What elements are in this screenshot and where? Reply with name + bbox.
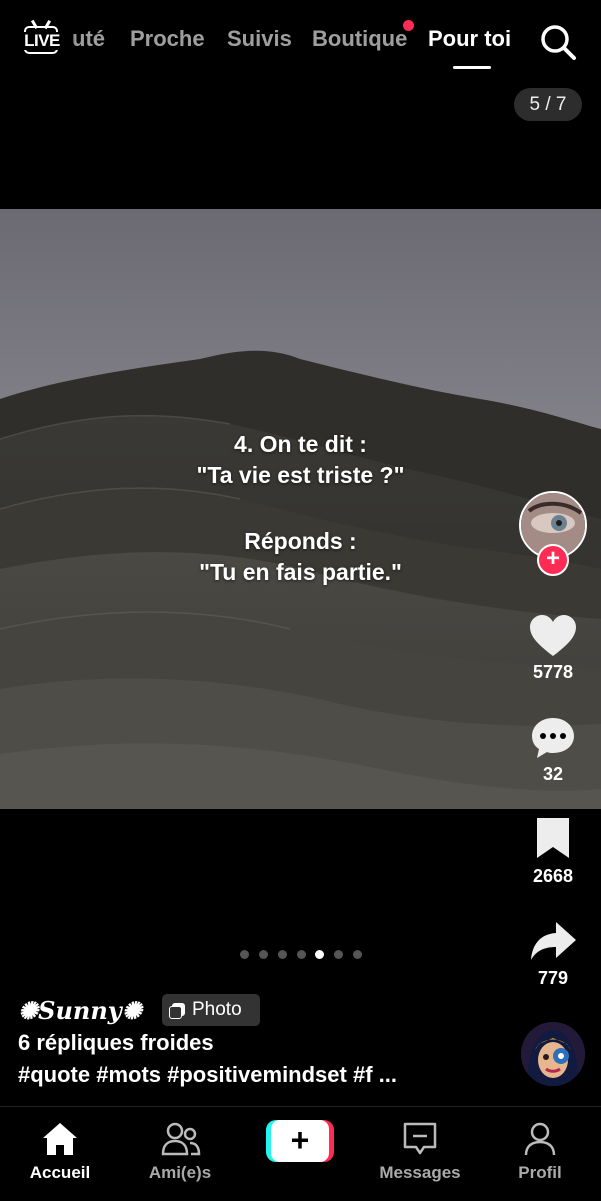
overlay-line-4: "Tu en fais partie." — [199, 559, 402, 585]
messages-icon — [403, 1122, 437, 1155]
top-bar: LIVE uté Proche Suivis Boutique Pour toi — [0, 0, 601, 90]
search-icon — [541, 25, 576, 60]
like-button[interactable] — [521, 612, 585, 665]
tab-shop[interactable]: Boutique — [312, 26, 407, 52]
search-button[interactable] — [536, 20, 580, 64]
bookmark-icon — [537, 818, 569, 858]
active-tab-indicator — [453, 66, 491, 69]
overlay-line-3: Réponds : — [244, 528, 357, 554]
feed-tabs: uté Proche Suivis Boutique Pour toi — [0, 26, 601, 56]
carousel-dot — [278, 950, 287, 959]
page-counter: 5 / 7 — [514, 88, 582, 121]
save-button[interactable] — [521, 816, 585, 865]
carousel-dot — [240, 950, 249, 959]
heart-icon — [530, 615, 576, 656]
shop-notification-dot — [403, 20, 414, 31]
sound-disc[interactable] — [521, 1022, 585, 1086]
overlay-line-2: "Ta vie est triste ?" — [196, 462, 405, 488]
profile-icon — [524, 1122, 556, 1156]
photo-badge: Photo — [162, 994, 260, 1026]
home-icon — [43, 1123, 77, 1155]
carousel-dot-active — [315, 950, 324, 959]
friends-icon — [161, 1122, 201, 1156]
post-photo[interactable]: 4. On te dit : "Ta vie est triste ?" Rép… — [0, 209, 601, 809]
saves-count: 2668 — [532, 866, 574, 886]
likes-count: 5778 — [532, 662, 574, 682]
nav-profile-label: Profil — [518, 1163, 562, 1182]
carousel-dot — [297, 950, 306, 959]
sound-avatar-image — [521, 1022, 585, 1086]
tab-fade — [62, 22, 76, 62]
post-title: 6 répliques froides — [18, 1030, 214, 1055]
tab-following[interactable]: Suivis — [227, 26, 292, 52]
comments-count: 32 — [542, 764, 564, 784]
comment-button[interactable] — [521, 714, 585, 767]
photo-stack-icon — [169, 1003, 185, 1019]
nav-messages-label: Messages — [379, 1163, 461, 1182]
nav-home-label: Accueil — [29, 1163, 91, 1182]
nav-friends-label: Ami(e)s — [148, 1163, 212, 1182]
create-button[interactable]: + — [266, 1120, 334, 1162]
share-button[interactable] — [521, 918, 585, 969]
tab-community[interactable]: uté — [72, 26, 105, 52]
overlay-line-1: 4. On te dit : — [234, 431, 367, 457]
shares-count: 779 — [537, 968, 569, 988]
desert-dunes-image — [0, 209, 601, 809]
share-icon — [531, 922, 576, 960]
post-hashtags[interactable]: #quote #mots #positivemindset #f ... — [18, 1062, 397, 1088]
create-icon: + — [271, 1120, 329, 1162]
photo-badge-label: Photo — [192, 999, 242, 1020]
carousel-dot — [353, 950, 362, 959]
carousel-dot — [259, 950, 268, 959]
carousel-dot — [334, 950, 343, 959]
tab-for-you[interactable]: Pour toi — [428, 26, 511, 52]
tab-nearby[interactable]: Proche — [130, 26, 205, 52]
author-name[interactable]: ✺𝑺𝒖𝒏𝒏𝒚✺ — [18, 996, 142, 1025]
bottom-nav: Accueil Ami(e)s + Messages Profil — [0, 1106, 601, 1201]
follow-button[interactable]: + — [537, 544, 569, 576]
comment-icon — [532, 718, 574, 758]
